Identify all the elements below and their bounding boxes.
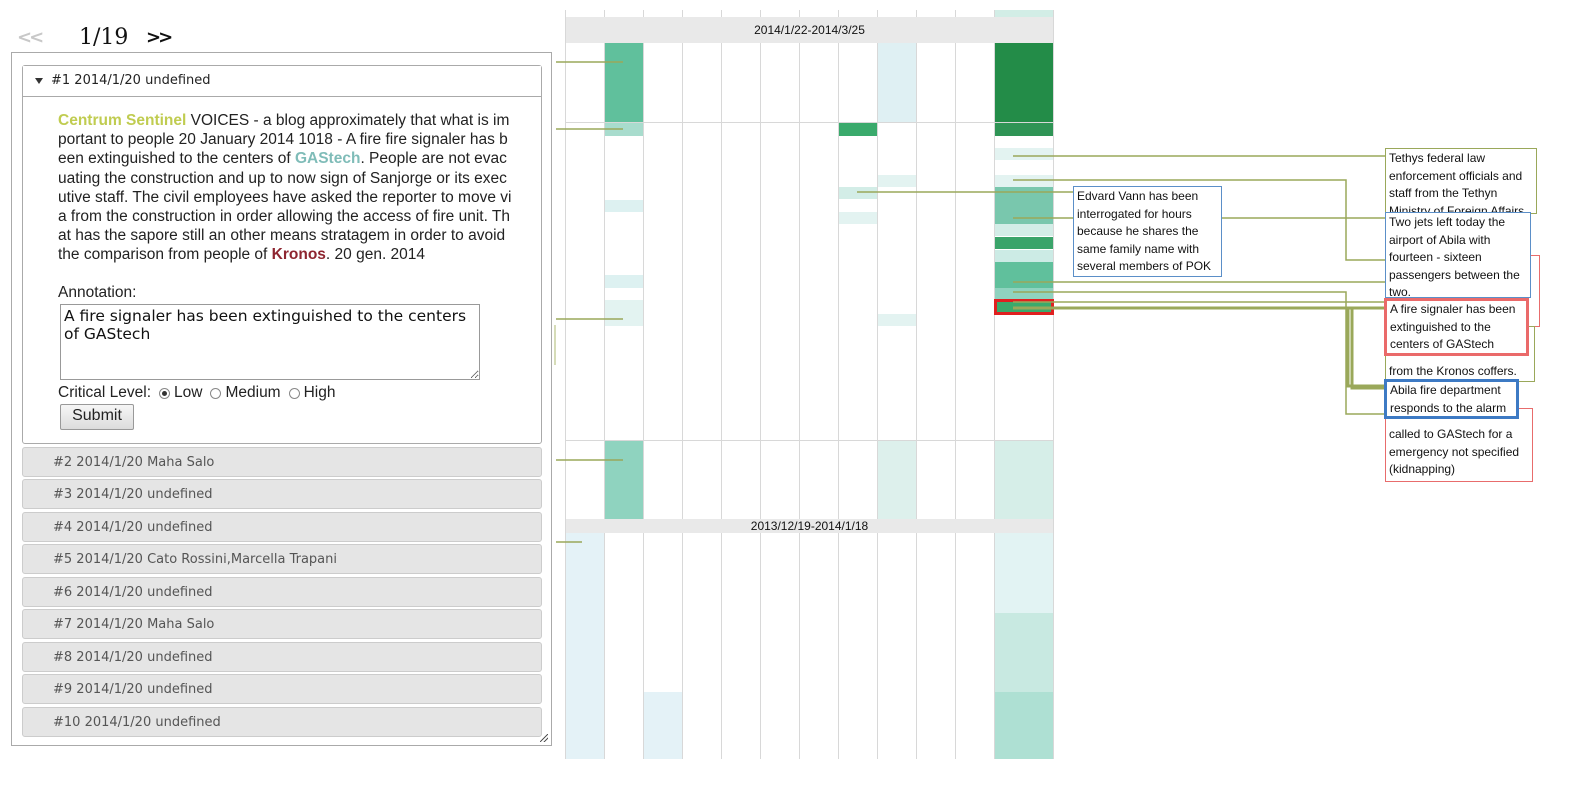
grid-lines xyxy=(565,10,1054,759)
cell[interactable] xyxy=(878,175,916,187)
timeline-heatmap xyxy=(554,10,1385,759)
cell[interactable] xyxy=(995,136,1053,148)
callout-two-jets[interactable]: Two jets left today the airport of Abila… xyxy=(1385,212,1531,298)
callout-edvard-vann[interactable]: Edvard Vann has been interrogated for ho… xyxy=(1073,186,1222,277)
callout-kidnapping[interactable]: called to GAStech for a emergency not sp… xyxy=(1385,408,1533,482)
cell[interactable] xyxy=(605,275,643,288)
cell[interactable] xyxy=(839,212,877,224)
cell[interactable] xyxy=(995,692,1053,759)
cell[interactable] xyxy=(605,440,643,520)
date-range-band-1: 2014/1/22-2014/3/25 xyxy=(566,17,1053,43)
callout-fire-department[interactable]: Abila fire department responds to the al… xyxy=(1384,379,1519,419)
cell[interactable] xyxy=(839,122,877,136)
cell[interactable] xyxy=(878,314,916,326)
cell[interactable] xyxy=(995,613,1053,692)
cell[interactable] xyxy=(995,122,1053,136)
callout-fire-signaler[interactable]: A fire signaler has been extinguished to… xyxy=(1384,298,1529,356)
date-range-band-2: 2013/12/19-2014/1/18 xyxy=(566,519,1053,533)
cell[interactable] xyxy=(995,262,1053,288)
selected-connector xyxy=(1013,306,1385,390)
cell[interactable] xyxy=(839,187,877,199)
cell[interactable] xyxy=(995,237,1053,249)
cell[interactable] xyxy=(995,288,1053,300)
cell[interactable] xyxy=(605,300,643,326)
cell[interactable] xyxy=(995,224,1053,236)
cell[interactable] xyxy=(995,148,1053,160)
cell[interactable] xyxy=(995,533,1053,613)
cell[interactable] xyxy=(605,43,643,122)
cell[interactable] xyxy=(995,175,1053,187)
callout-tethys[interactable]: Tethys federal law enforcement officials… xyxy=(1385,148,1537,214)
cell[interactable] xyxy=(566,533,604,759)
cell[interactable] xyxy=(605,200,643,212)
cell[interactable] xyxy=(995,250,1053,262)
cell[interactable] xyxy=(878,43,916,122)
cell[interactable] xyxy=(995,440,1053,520)
cell[interactable] xyxy=(878,440,916,520)
cell[interactable] xyxy=(995,43,1053,122)
cell[interactable] xyxy=(644,692,682,759)
